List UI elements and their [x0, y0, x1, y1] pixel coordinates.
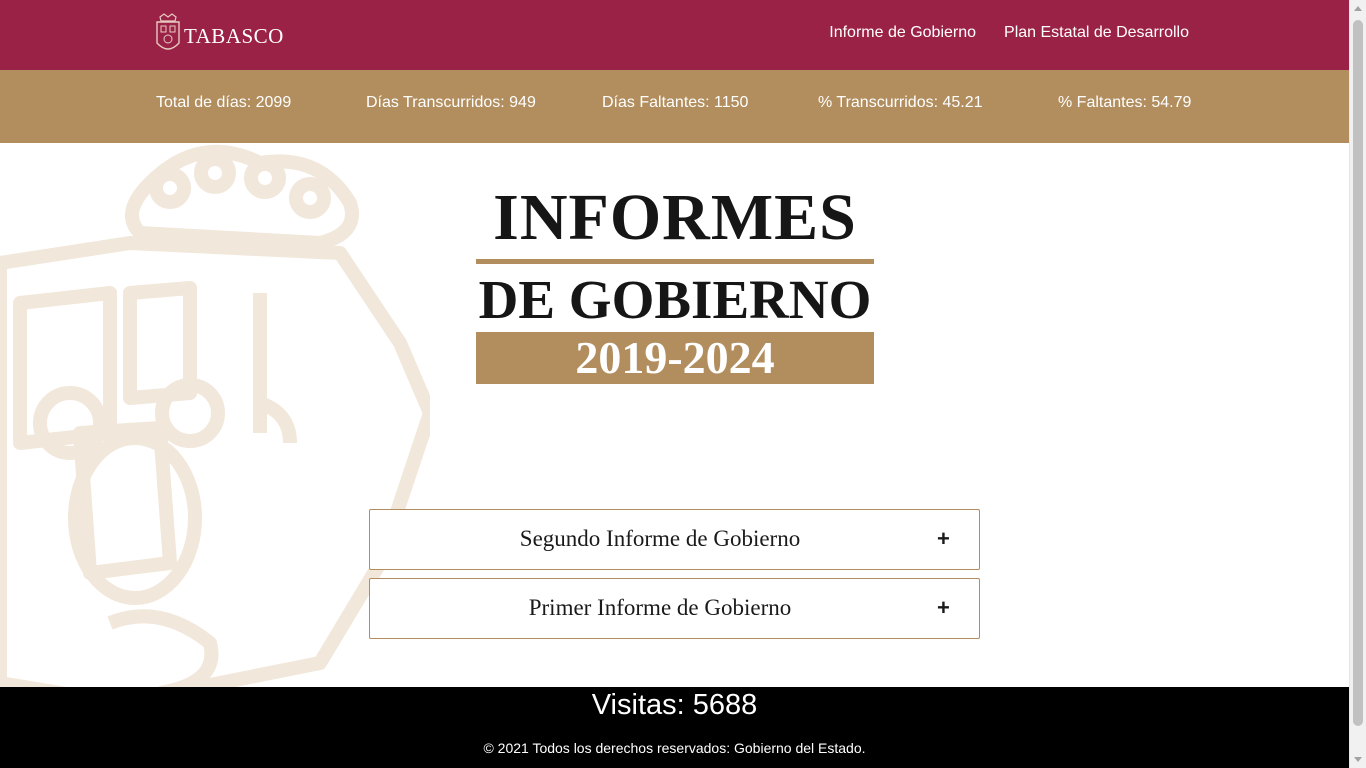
- main-nav: Informe de Gobierno Plan Estatal de Desa…: [829, 24, 1189, 42]
- stats-bar: Total de días: 2099 Días Transcurridos: …: [0, 70, 1349, 143]
- informes-de-gobierno-logo: INFORMES DE GOBIERNO 2019-2024: [476, 181, 874, 387]
- accordion-label: Segundo Informe de Gobierno: [519, 526, 801, 551]
- nav-informe-de-gobierno[interactable]: Informe de Gobierno: [829, 24, 976, 42]
- stat-pct-faltantes: % Faltantes: 54.79: [1058, 94, 1192, 111]
- stat-dias-faltantes: Días Faltantes: 1150: [602, 94, 749, 111]
- plus-icon[interactable]: +: [937, 597, 951, 619]
- logo-line-informes: INFORMES: [493, 181, 857, 254]
- scroll-down-arrow-icon[interactable]: [1354, 757, 1362, 762]
- nav-plan-estatal-de-desarrollo[interactable]: Plan Estatal de Desarrollo: [1004, 24, 1189, 42]
- accordion-label: Primer Informe de Gobierno: [528, 595, 792, 620]
- scroll-up-arrow-icon[interactable]: [1354, 6, 1362, 11]
- footer: Visitas: 5688 © 2021 Todos los derechos …: [0, 687, 1349, 768]
- coat-of-arms-icon: [156, 13, 180, 50]
- page: TABASCO Informe de Gobierno Plan Estatal…: [0, 0, 1349, 768]
- stat-dias-transcurridos: Días Transcurridos: 949: [366, 94, 536, 111]
- logo-years: 2019-2024: [575, 332, 775, 383]
- logo-divider: [476, 259, 874, 264]
- tabasco-logo-link[interactable]: TABASCO: [154, 13, 284, 55]
- logo-years-band: 2019-2024: [476, 332, 874, 384]
- stat-total-dias: Total de días: 2099: [156, 94, 292, 111]
- accordion-primer-informe[interactable]: Primer Informe de Gobierno +: [369, 578, 980, 639]
- coat-of-arms-watermark: [0, 144, 430, 687]
- copyright-text: © 2021 Todos los derechos reservados: Go…: [483, 740, 866, 756]
- logo-line-de-gobierno: DE GOBIERNO: [478, 269, 872, 330]
- visit-counter: Visitas: 5688: [591, 689, 758, 721]
- plus-icon[interactable]: +: [937, 528, 951, 550]
- scrollbar-thumb[interactable]: [1353, 20, 1363, 726]
- top-navbar: TABASCO Informe de Gobierno Plan Estatal…: [0, 0, 1349, 70]
- accordion-segundo-informe[interactable]: Segundo Informe de Gobierno +: [369, 509, 980, 570]
- stat-pct-transcurridos: % Transcurridos: 45.21: [818, 94, 983, 111]
- hero-section: INFORMES DE GOBIERNO 2019-2024 Segundo I…: [0, 143, 1349, 687]
- vertical-scrollbar[interactable]: [1349, 0, 1366, 768]
- brand-label: TABASCO: [184, 23, 284, 48]
